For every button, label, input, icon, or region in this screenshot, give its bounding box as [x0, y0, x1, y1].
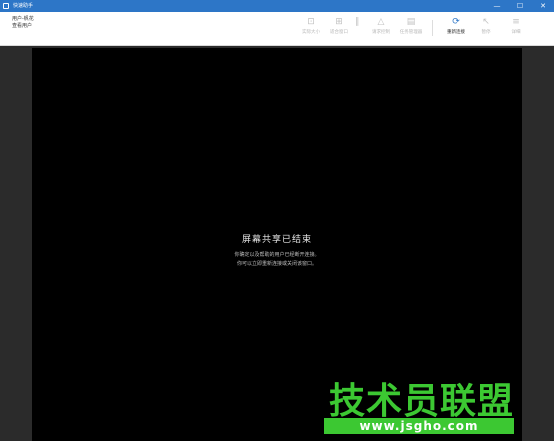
title-bar: 快速助手 — ☐ ✕: [0, 0, 554, 12]
tool-label: 重新连接: [447, 30, 465, 35]
app-icon: [3, 3, 9, 9]
minimize-button[interactable]: —: [486, 0, 508, 12]
request-control-button[interactable]: △ 请求控制: [367, 14, 395, 42]
pointer-icon: ↖: [482, 17, 490, 27]
details-button[interactable]: ≡ 详细: [502, 14, 530, 42]
window-title: 快速助手: [13, 3, 34, 9]
actual-size-button[interactable]: ⊡ 实际大小: [297, 14, 325, 42]
tool-label: 暂停: [481, 30, 491, 35]
toolbar: 用户-帆花 查看用户 ⊡ 实际大小 ⊞ 适合窗口 ∥ △ 请求控制 ▤ 任务管理…: [0, 12, 554, 46]
pause-sharing-button[interactable]: ∥: [347, 14, 367, 42]
task-manager-button[interactable]: ▤ 任务管理器: [397, 14, 425, 42]
maximize-button[interactable]: ☐: [509, 0, 531, 12]
tool-label: 实际大小: [302, 30, 320, 35]
user-info: 用户-帆花 查看用户: [12, 16, 34, 30]
menu-icon: ≡: [512, 17, 520, 27]
watermark-text: 技术员联盟: [328, 381, 514, 422]
sharing-ended-line-2: 你可以立即重新连接或关闭该窗口。: [236, 261, 317, 267]
sharing-ended-line-1: 你确定以及帮助的用户已经断开连接。: [234, 252, 320, 258]
user-name: 用户-帆花: [12, 16, 34, 22]
sharing-ended-title: 屏幕共享已结束: [241, 235, 312, 245]
restore-icon: ⊡: [307, 17, 315, 27]
watermark-url: www.jsgho.com: [324, 418, 514, 434]
pause-button[interactable]: ↖ 暂停: [472, 14, 500, 42]
user-status: 查看用户: [12, 23, 33, 29]
pause-icon: ∥: [354, 17, 360, 27]
tool-label: 请求控制: [372, 30, 390, 35]
tool-label: 详细: [511, 30, 521, 35]
annotate-icon: △: [377, 17, 385, 27]
reconnect-icon: ⟳: [452, 17, 460, 27]
reconnect-button[interactable]: ⟳ 重新连接: [442, 14, 470, 42]
tool-label: 任务管理器: [399, 30, 423, 35]
monitor-icon: ▤: [406, 17, 416, 27]
toolbar-divider: [432, 20, 433, 36]
close-button[interactable]: ✕: [532, 0, 554, 12]
